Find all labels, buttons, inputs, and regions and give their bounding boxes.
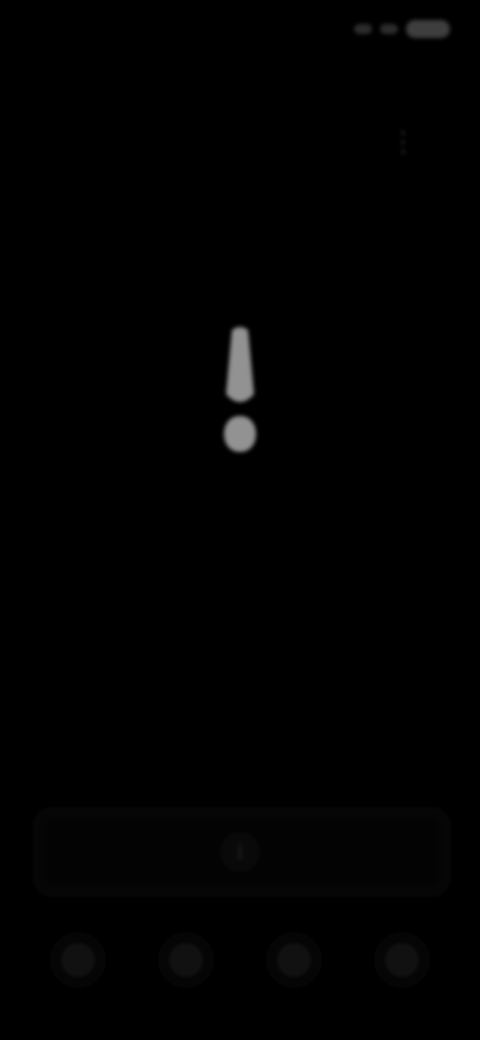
- main-title: [140, 494, 340, 524]
- main-subtitle: [54, 540, 426, 574]
- status-icons: [340, 16, 450, 42]
- info-icon[interactable]: i: [220, 832, 260, 872]
- user-icon: [385, 943, 419, 977]
- nav-item-home[interactable]: [50, 932, 106, 988]
- battery-icon: [406, 20, 450, 38]
- wifi-icon: [380, 24, 398, 34]
- circle-icon: [169, 943, 203, 977]
- circle-icon: [277, 943, 311, 977]
- signal-icon: [354, 24, 372, 34]
- more-button[interactable]: ⋮: [380, 118, 426, 164]
- page-title: [34, 124, 224, 154]
- exclamation-icon: [210, 320, 270, 460]
- more-icon: ⋮: [389, 125, 417, 157]
- status-time: [30, 16, 122, 42]
- nav-item-profile[interactable]: [374, 932, 430, 988]
- home-icon: [61, 943, 95, 977]
- status-bar: [0, 0, 480, 60]
- nav-item-3[interactable]: [266, 932, 322, 988]
- nav-item-2[interactable]: [158, 932, 214, 988]
